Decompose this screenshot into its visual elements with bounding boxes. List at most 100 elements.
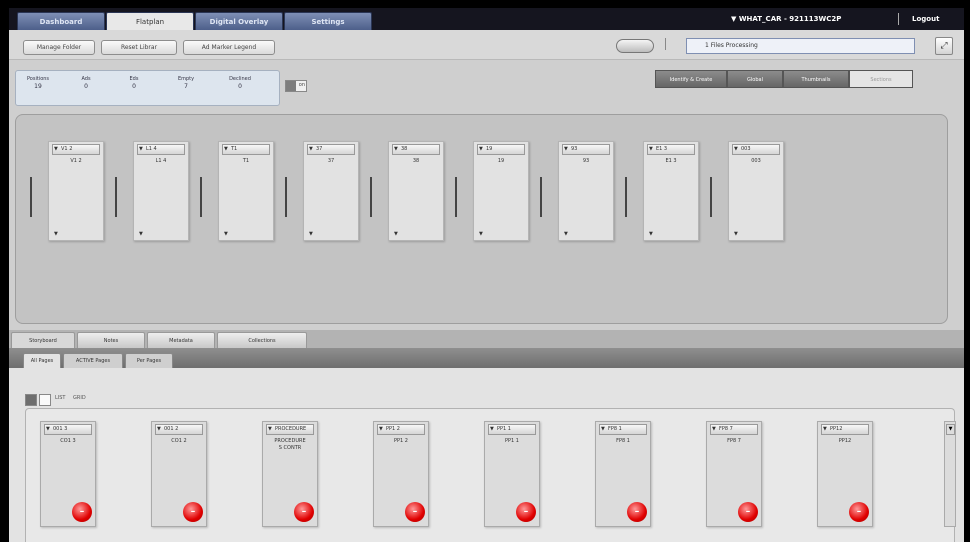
card-header-dropdown[interactable]: 003 <box>732 144 780 155</box>
card-header-dropdown[interactable]: 38 <box>392 144 440 155</box>
chevron-down-icon: ▼ <box>734 231 738 237</box>
card-title: T1 <box>242 158 250 164</box>
switch-label: on <box>298 82 305 88</box>
grid-link[interactable]: GRID <box>73 395 86 401</box>
page-spine-divider <box>710 177 712 217</box>
switch-knob <box>286 81 296 91</box>
card-header-dropdown[interactable]: T1 <box>222 144 270 155</box>
page-spine-divider <box>625 177 627 217</box>
library-card[interactable]: FP8 7 FP8 7 – <box>706 421 762 527</box>
card-header-dropdown[interactable]: 37 <box>307 144 355 155</box>
expand-icon[interactable]: ⤢ <box>935 37 953 55</box>
card-header-dropdown[interactable]: FP8 7 <box>710 424 758 435</box>
card-title: L1 4 <box>155 158 167 164</box>
library-card[interactable]: 001 2 CO1 2 – <box>151 421 207 527</box>
library-card[interactable]: PP1 1 PP1 1 – <box>484 421 540 527</box>
ad-marker-legend-button[interactable]: Ad Marker Legend <box>183 40 275 55</box>
card-title: 37 <box>327 158 335 164</box>
stats-summary: Positions 19 Ads 0 Eds 0 Empty 7 Declined 0 <box>15 70 280 106</box>
delete-icon[interactable]: – <box>72 502 92 522</box>
tab-notes[interactable]: Notes <box>77 332 145 348</box>
stat-declined: Declined 0 <box>229 76 251 90</box>
library-card[interactable]: PP12 PP12 – <box>817 421 873 527</box>
page-spine-divider <box>370 177 372 217</box>
tab-dashboard[interactable]: Dashboard <box>17 12 105 30</box>
delete-icon[interactable]: – <box>183 502 203 522</box>
storyboard-card[interactable]: 37 37 ▼ <box>303 141 359 241</box>
partial-library-card[interactable]: ▼ <box>944 421 956 527</box>
storyboard-card[interactable]: E1 3 E1 3 ▼ <box>643 141 699 241</box>
stats-switch[interactable]: on <box>285 80 307 92</box>
stat-ads: Ads 0 <box>81 76 91 90</box>
storyboard-card[interactable]: L1 4 L1 4 ▼ <box>133 141 189 241</box>
delete-icon[interactable]: – <box>516 502 536 522</box>
tab-flatplan[interactable]: Flatplan <box>106 12 194 30</box>
view-thumbnails[interactable]: Thumbnails <box>783 70 849 88</box>
tab-settings[interactable]: Settings <box>284 12 372 30</box>
stat-eds: Eds 0 <box>129 76 139 90</box>
card-title: V1 2 <box>70 158 82 164</box>
account-dropdown[interactable]: ▼ WHAT_CAR - 921113WC2P <box>731 8 841 30</box>
processing-toggle[interactable] <box>616 39 654 53</box>
delete-icon[interactable]: – <box>627 502 647 522</box>
tab-metadata[interactable]: Metadata <box>147 332 215 348</box>
card-title: E1 3 <box>665 158 677 164</box>
card-header-dropdown[interactable]: PP1 1 <box>488 424 536 435</box>
card-header-dropdown[interactable]: L1 4 <box>137 144 185 155</box>
card-header-dropdown[interactable]: 001 2 <box>155 424 203 435</box>
storyboard-card[interactable]: 19 19 ▼ <box>473 141 529 241</box>
storyboard-card[interactable]: 93 93 ▼ <box>558 141 614 241</box>
chevron-down-icon: ▼ <box>564 231 568 237</box>
card-header-dropdown[interactable]: 19 <box>477 144 525 155</box>
delete-icon[interactable]: – <box>405 502 425 522</box>
storyboard-card[interactable]: 003 003 ▼ <box>728 141 784 241</box>
delete-icon[interactable]: – <box>849 502 869 522</box>
delete-icon[interactable]: – <box>738 502 758 522</box>
card-header-dropdown[interactable]: V1 2 <box>52 144 100 155</box>
chevron-down-icon: ▼ <box>139 231 143 237</box>
card-header-dropdown[interactable]: PP1 2 <box>377 424 425 435</box>
toolbar: Manage Folder Reset Librar Ad Marker Leg… <box>9 30 964 60</box>
storyboard-card[interactable]: 38 38 ▼ <box>388 141 444 241</box>
storyboard-card[interactable]: V1 2 V1 2 ▼ <box>48 141 104 241</box>
card-header-dropdown[interactable]: FP8 1 <box>599 424 647 435</box>
manage-folder-button[interactable]: Manage Folder <box>23 40 95 55</box>
top-navigation: Dashboard Flatplan Digital Overlay Setti… <box>9 8 964 30</box>
library-card[interactable]: FP8 1 FP8 1 – <box>595 421 651 527</box>
tab-digital-overlay[interactable]: Digital Overlay <box>195 12 283 30</box>
library-card[interactable]: PROCEDURE PROCEDURE S CONTR – <box>262 421 318 527</box>
stat-empty: Empty 7 <box>177 76 195 90</box>
list-view-icon[interactable] <box>39 394 51 406</box>
view-sections[interactable]: Sections <box>849 70 913 88</box>
library-card[interactable]: PP1 2 PP1 2 – <box>373 421 429 527</box>
subtab-all-pages[interactable]: All Pages <box>23 353 61 368</box>
delete-icon[interactable]: – <box>294 502 314 522</box>
logout-link[interactable]: Logout <box>912 8 939 30</box>
reset-librar-button[interactable]: Reset Librar <box>101 40 177 55</box>
card-header-dropdown[interactable]: PROCEDURE <box>266 424 314 435</box>
card-title: PP12 <box>838 438 852 444</box>
card-title: FP8 1 <box>616 438 630 444</box>
grid-view-icon[interactable] <box>25 394 37 406</box>
tab-storyboard[interactable]: Storyboard <box>11 332 75 348</box>
card-header-dropdown[interactable]: E1 3 <box>647 144 695 155</box>
card-header-dropdown[interactable]: PP12 <box>821 424 869 435</box>
card-title: CO1 2 <box>171 438 187 444</box>
subtab-active-pages[interactable]: ACTIVE Pages <box>63 353 123 368</box>
card-header-dropdown[interactable]: 001 3 <box>44 424 92 435</box>
chevron-down-icon: ▼ <box>309 231 313 237</box>
view-global[interactable]: Global <box>727 70 783 88</box>
page-spine-divider <box>30 177 32 217</box>
tab-collections[interactable]: Collections <box>217 332 307 348</box>
lower-tab-strip: Storyboard Notes Metadata Collections <box>9 330 964 348</box>
page-spine-divider <box>285 177 287 217</box>
list-link[interactable]: LIST <box>55 395 66 401</box>
storyboard-panel: V1 2 V1 2 ▼ L1 4 L1 4 ▼ T1 T1 ▼ 37 37 ▼ 3838▼ 1919▼ 93… <box>15 114 948 324</box>
card-header-dropdown[interactable]: 93 <box>562 144 610 155</box>
library-card[interactable]: 001 3 CO1 3 – <box>40 421 96 527</box>
subtab-per-pages[interactable]: Per Pages <box>125 353 173 368</box>
chevron-down-icon: ▼ <box>54 231 58 237</box>
view-identify-create[interactable]: Identify & Create <box>655 70 727 88</box>
storyboard-card[interactable]: T1 T1 ▼ <box>218 141 274 241</box>
library-subtab-bar: All Pages ACTIVE Pages Per Pages <box>9 348 964 368</box>
